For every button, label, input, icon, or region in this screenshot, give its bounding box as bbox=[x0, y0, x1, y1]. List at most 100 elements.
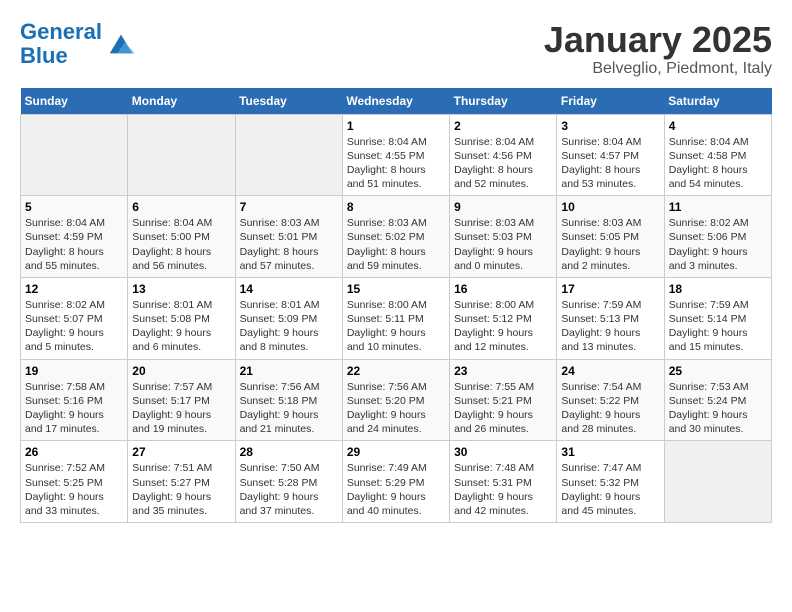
day-number: 17 bbox=[561, 282, 659, 296]
logo-line2: Blue bbox=[20, 43, 68, 68]
calendar-week-row: 19 Sunrise: 7:58 AM Sunset: 5:16 PM Dayli… bbox=[21, 359, 772, 441]
calendar-cell: 21Sunrise: 7:56 AM Sunset: 5:18 PM Dayli… bbox=[235, 359, 342, 441]
day-info: Sunrise: 7:55 AM Sunset: 5:21 PM Dayligh… bbox=[454, 380, 552, 437]
day-info: Sunrise: 8:03 AM Sunset: 5:03 PM Dayligh… bbox=[454, 216, 552, 273]
header-saturday: Saturday bbox=[664, 88, 771, 115]
day-number: 30 bbox=[454, 445, 552, 459]
day-info: Sunrise: 8:00 AM Sunset: 5:11 PM Dayligh… bbox=[347, 298, 445, 355]
calendar-week-row: 12 Sunrise: 8:02 AM Sunset: 5:07 PM Dayli… bbox=[21, 277, 772, 359]
logo-text: General Blue bbox=[20, 20, 102, 68]
calendar-cell bbox=[21, 114, 128, 196]
header-monday: Monday bbox=[128, 88, 235, 115]
day-info: Sunrise: 7:47 AM Sunset: 5:32 PM Dayligh… bbox=[561, 461, 659, 518]
day-info: Sunrise: 8:01 AM Sunset: 5:09 PM Dayligh… bbox=[240, 298, 338, 355]
calendar-cell: 4Sunrise: 8:04 AM Sunset: 4:58 PM Daylig… bbox=[664, 114, 771, 196]
day-number: 25 bbox=[669, 364, 767, 378]
header-tuesday: Tuesday bbox=[235, 88, 342, 115]
calendar-cell: 31 Sunrise: 7:47 AM Sunset: 5:32 PM Dayli… bbox=[557, 441, 664, 523]
day-number: 9 bbox=[454, 200, 552, 214]
day-number: 12 bbox=[25, 282, 123, 296]
calendar-table: SundayMondayTuesdayWednesdayThursdayFrid… bbox=[20, 88, 772, 523]
calendar-cell: 16Sunrise: 8:00 AM Sunset: 5:12 PM Dayli… bbox=[450, 277, 557, 359]
day-number: 19 bbox=[25, 364, 123, 378]
day-info: Sunrise: 8:03 AM Sunset: 5:01 PM Dayligh… bbox=[240, 216, 338, 273]
day-number: 24 bbox=[561, 364, 659, 378]
calendar-cell bbox=[664, 441, 771, 523]
day-number: 29 bbox=[347, 445, 445, 459]
calendar-cell: 22 Sunrise: 7:56 AM Sunset: 5:20 PM Dayli… bbox=[342, 359, 449, 441]
calendar-cell: 25 Sunrise: 7:53 AM Sunset: 5:24 PM Dayli… bbox=[664, 359, 771, 441]
day-info: Sunrise: 8:02 AM Sunset: 5:06 PM Dayligh… bbox=[669, 216, 767, 273]
calendar-cell: 20 Sunrise: 7:57 AM Sunset: 5:17 PM Dayli… bbox=[128, 359, 235, 441]
calendar-cell bbox=[235, 114, 342, 196]
header-thursday: Thursday bbox=[450, 88, 557, 115]
calendar-cell: 24Sunrise: 7:54 AM Sunset: 5:22 PM Dayli… bbox=[557, 359, 664, 441]
calendar-cell: 27 Sunrise: 7:51 AM Sunset: 5:27 PM Dayli… bbox=[128, 441, 235, 523]
day-info: Sunrise: 7:57 AM Sunset: 5:17 PM Dayligh… bbox=[132, 380, 230, 437]
day-info: Sunrise: 8:04 AM Sunset: 4:59 PM Dayligh… bbox=[25, 216, 123, 273]
title-block: January 2025 Belveglio, Piedmont, Italy bbox=[544, 20, 772, 78]
calendar-cell: 9 Sunrise: 8:03 AM Sunset: 5:03 PM Daylig… bbox=[450, 196, 557, 278]
day-info: Sunrise: 8:02 AM Sunset: 5:07 PM Dayligh… bbox=[25, 298, 123, 355]
calendar-cell: 13 Sunrise: 8:01 AM Sunset: 5:08 PM Dayli… bbox=[128, 277, 235, 359]
page-header: General Blue January 2025 Belveglio, Pie… bbox=[20, 20, 772, 78]
calendar-cell: 2 Sunrise: 8:04 AM Sunset: 4:56 PM Daylig… bbox=[450, 114, 557, 196]
day-info: Sunrise: 8:04 AM Sunset: 5:00 PM Dayligh… bbox=[132, 216, 230, 273]
day-info: Sunrise: 8:01 AM Sunset: 5:08 PM Dayligh… bbox=[132, 298, 230, 355]
calendar-cell: 23Sunrise: 7:55 AM Sunset: 5:21 PM Dayli… bbox=[450, 359, 557, 441]
header-sunday: Sunday bbox=[21, 88, 128, 115]
day-info: Sunrise: 7:52 AM Sunset: 5:25 PM Dayligh… bbox=[25, 461, 123, 518]
day-number: 8 bbox=[347, 200, 445, 214]
calendar-cell: 12 Sunrise: 8:02 AM Sunset: 5:07 PM Dayli… bbox=[21, 277, 128, 359]
day-info: Sunrise: 7:56 AM Sunset: 5:20 PM Dayligh… bbox=[347, 380, 445, 437]
day-number: 15 bbox=[347, 282, 445, 296]
day-info: Sunrise: 8:03 AM Sunset: 5:02 PM Dayligh… bbox=[347, 216, 445, 273]
day-number: 6 bbox=[132, 200, 230, 214]
day-number: 5 bbox=[25, 200, 123, 214]
calendar-cell: 14Sunrise: 8:01 AM Sunset: 5:09 PM Dayli… bbox=[235, 277, 342, 359]
calendar-week-row: 5 Sunrise: 8:04 AM Sunset: 4:59 PM Daylig… bbox=[21, 196, 772, 278]
day-info: Sunrise: 8:04 AM Sunset: 4:55 PM Dayligh… bbox=[347, 135, 445, 192]
calendar-cell: 1 Sunrise: 8:04 AM Sunset: 4:55 PM Daylig… bbox=[342, 114, 449, 196]
day-info: Sunrise: 8:04 AM Sunset: 4:57 PM Dayligh… bbox=[561, 135, 659, 192]
day-number: 21 bbox=[240, 364, 338, 378]
day-number: 27 bbox=[132, 445, 230, 459]
day-info: Sunrise: 7:58 AM Sunset: 5:16 PM Dayligh… bbox=[25, 380, 123, 437]
calendar-cell: 30 Sunrise: 7:48 AM Sunset: 5:31 PM Dayli… bbox=[450, 441, 557, 523]
day-number: 1 bbox=[347, 119, 445, 133]
day-info: Sunrise: 8:04 AM Sunset: 4:58 PM Dayligh… bbox=[669, 135, 767, 192]
calendar-cell: 29 Sunrise: 7:49 AM Sunset: 5:29 PM Dayli… bbox=[342, 441, 449, 523]
day-number: 10 bbox=[561, 200, 659, 214]
day-number: 20 bbox=[132, 364, 230, 378]
calendar-cell: 5 Sunrise: 8:04 AM Sunset: 4:59 PM Daylig… bbox=[21, 196, 128, 278]
day-info: Sunrise: 7:51 AM Sunset: 5:27 PM Dayligh… bbox=[132, 461, 230, 518]
header-friday: Friday bbox=[557, 88, 664, 115]
day-number: 22 bbox=[347, 364, 445, 378]
day-info: Sunrise: 7:49 AM Sunset: 5:29 PM Dayligh… bbox=[347, 461, 445, 518]
calendar-cell: 7Sunrise: 8:03 AM Sunset: 5:01 PM Daylig… bbox=[235, 196, 342, 278]
calendar-cell: 8 Sunrise: 8:03 AM Sunset: 5:02 PM Daylig… bbox=[342, 196, 449, 278]
calendar-cell: 19 Sunrise: 7:58 AM Sunset: 5:16 PM Dayli… bbox=[21, 359, 128, 441]
calendar-cell: 15 Sunrise: 8:00 AM Sunset: 5:11 PM Dayli… bbox=[342, 277, 449, 359]
day-info: Sunrise: 8:04 AM Sunset: 4:56 PM Dayligh… bbox=[454, 135, 552, 192]
calendar-header-row: SundayMondayTuesdayWednesdayThursdayFrid… bbox=[21, 88, 772, 115]
day-number: 11 bbox=[669, 200, 767, 214]
day-number: 28 bbox=[240, 445, 338, 459]
calendar-cell: 3Sunrise: 8:04 AM Sunset: 4:57 PM Daylig… bbox=[557, 114, 664, 196]
header-wednesday: Wednesday bbox=[342, 88, 449, 115]
day-info: Sunrise: 7:50 AM Sunset: 5:28 PM Dayligh… bbox=[240, 461, 338, 518]
calendar-cell bbox=[128, 114, 235, 196]
day-number: 31 bbox=[561, 445, 659, 459]
calendar-cell: 10Sunrise: 8:03 AM Sunset: 5:05 PM Dayli… bbox=[557, 196, 664, 278]
calendar-cell: 28 Sunrise: 7:50 AM Sunset: 5:28 PM Dayli… bbox=[235, 441, 342, 523]
calendar-cell: 18Sunrise: 7:59 AM Sunset: 5:14 PM Dayli… bbox=[664, 277, 771, 359]
month-title: January 2025 bbox=[544, 20, 772, 60]
calendar-cell: 11 Sunrise: 8:02 AM Sunset: 5:06 PM Dayli… bbox=[664, 196, 771, 278]
day-info: Sunrise: 7:59 AM Sunset: 5:13 PM Dayligh… bbox=[561, 298, 659, 355]
day-info: Sunrise: 7:53 AM Sunset: 5:24 PM Dayligh… bbox=[669, 380, 767, 437]
day-number: 2 bbox=[454, 119, 552, 133]
day-number: 13 bbox=[132, 282, 230, 296]
day-info: Sunrise: 8:00 AM Sunset: 5:12 PM Dayligh… bbox=[454, 298, 552, 355]
day-info: Sunrise: 7:48 AM Sunset: 5:31 PM Dayligh… bbox=[454, 461, 552, 518]
calendar-cell: 17 Sunrise: 7:59 AM Sunset: 5:13 PM Dayli… bbox=[557, 277, 664, 359]
